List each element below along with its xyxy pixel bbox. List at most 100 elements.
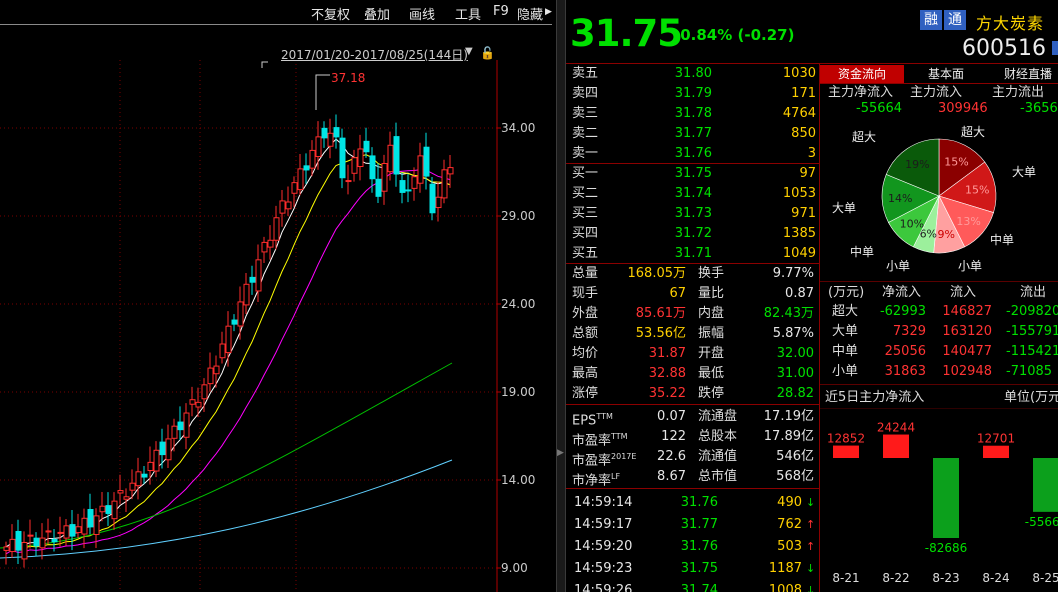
flow-table-in: 102948	[942, 364, 992, 379]
candle-body	[237, 301, 244, 327]
order-book-label: 买三	[572, 206, 599, 221]
flow-head-value: -365610	[1020, 101, 1058, 116]
date-range-dropdown-icon[interactable]: ▼	[465, 46, 473, 57]
candle-body	[15, 530, 22, 551]
connect-tag[interactable]: 通	[944, 10, 966, 30]
order-book-price: 31.71	[674, 246, 712, 261]
fin-label: 流通盘	[698, 409, 738, 424]
fin-label-sup: 2017E	[611, 452, 637, 461]
collapse-arrow-icon[interactable]: ▶	[557, 448, 565, 458]
tab-fund-flow[interactable]: 资金流向	[820, 65, 904, 83]
stat-value: 82.43万	[763, 306, 814, 321]
pie-outer-label: 大单	[832, 201, 856, 215]
candle-body	[225, 325, 232, 354]
stock-name: 方大炭素	[976, 14, 1045, 33]
arrow-down-icon: ↓	[806, 496, 816, 509]
pie-pct-label: 19%	[905, 158, 929, 171]
flow-pie-chart: 15%超大15%大单13%中单9%小单6%小单10%中单14%大单19%超大	[832, 124, 1036, 273]
order-book-label: 买四	[572, 226, 599, 241]
quote-panel: 31.75 -0.84% (-0.27) 融 通 方大炭素 600516 资金流…	[566, 0, 1058, 592]
candle-body	[39, 537, 46, 549]
stat-value: 0.87	[785, 286, 814, 301]
high-price-label: 37.18	[331, 71, 365, 85]
tick-volume: 762	[777, 517, 802, 532]
order-book-volume: 4764	[782, 106, 816, 121]
candle-body	[51, 538, 58, 543]
candle-body	[27, 534, 34, 537]
five-day-bar	[883, 434, 909, 458]
flow-table-head: 流出	[1020, 285, 1047, 300]
flow-head-value: -55664	[856, 101, 903, 116]
divider	[566, 404, 819, 405]
candle-body	[213, 365, 220, 375]
candle-body	[327, 132, 334, 147]
stat-label: 总额	[572, 326, 599, 341]
pie-outer-label: 超大	[852, 129, 876, 144]
kline-chart-pane[interactable]: 不复权 叠加 画线 工具 F9 隐藏 ▶ 34.00 29.00 24.00 19.0…	[0, 0, 556, 592]
tick-time: 14:59:23	[574, 561, 633, 576]
candle-body	[321, 127, 328, 139]
flow-table-in: 163120	[942, 324, 992, 339]
candle-body	[111, 500, 118, 520]
candle-body	[381, 163, 388, 192]
divider	[820, 384, 1058, 385]
candle-body	[93, 515, 100, 535]
candle-body	[255, 259, 262, 292]
date-range-label[interactable]: 2017/01/20-2017/08/25(144日)	[281, 46, 468, 63]
candle-body	[3, 546, 10, 551]
candle-body	[369, 155, 376, 180]
candle-body	[435, 196, 442, 209]
candle-body	[345, 180, 352, 183]
order-book-label: 卖三	[572, 106, 599, 121]
fin-label: 市净率LF	[572, 472, 621, 489]
five-day-bar	[933, 458, 959, 538]
fin-label-sup: TTM	[596, 412, 613, 421]
five-day-bar	[983, 445, 1009, 458]
candle-body	[129, 482, 136, 491]
stat-value: 67	[669, 286, 686, 301]
stat-value: 28.82	[776, 386, 814, 401]
tab-finance-live[interactable]: 财经直播	[988, 65, 1058, 83]
candle-body	[417, 155, 424, 184]
lock-icon[interactable]: 🔓	[480, 46, 495, 60]
stat-value: 31.87	[648, 346, 686, 361]
candle-body	[147, 461, 154, 472]
tick-price: 31.74	[680, 583, 718, 592]
pane-splitter[interactable]	[556, 0, 566, 592]
stat-label: 总量	[572, 266, 599, 281]
code-badge-icon[interactable]	[1052, 41, 1058, 55]
order-book-label: 卖五	[572, 66, 599, 81]
five-day-date: 8-22	[882, 571, 909, 585]
stat-value: 5.87%	[772, 326, 814, 341]
candle-body	[261, 241, 268, 253]
fin-value: 0.07	[657, 409, 686, 424]
flow-table-net: 25056	[884, 344, 926, 359]
stat-label: 涨停	[572, 386, 599, 401]
candle-body	[57, 531, 64, 534]
stat-label: 最低	[698, 366, 725, 381]
high-marker-line	[315, 74, 330, 110]
flow-table-head: 净流入	[882, 285, 922, 300]
stat-value: 9.77%	[772, 266, 814, 281]
order-book-volume: 1030	[782, 66, 816, 81]
price-tick-label: 19.00	[501, 385, 535, 399]
candle-body	[21, 541, 28, 560]
tick-volume: 490	[777, 495, 802, 510]
pie-outer-label: 小单	[958, 259, 982, 273]
candle-body	[63, 525, 70, 539]
tab-fundamentals[interactable]: 基本面	[906, 65, 986, 83]
fin-value: 546亿	[776, 449, 814, 464]
tick-price: 31.76	[680, 539, 718, 554]
divider	[566, 488, 819, 489]
order-book-volume: 171	[791, 86, 816, 101]
five-day-date: 8-21	[832, 571, 859, 585]
pie-pct-label: 13%	[956, 215, 980, 228]
last-price: 31.75	[570, 12, 683, 55]
candle-body	[141, 473, 148, 478]
stat-label: 跌停	[698, 386, 725, 401]
flow-table-head: (万元)	[828, 285, 865, 300]
margin-tag[interactable]: 融	[920, 10, 942, 30]
candle-body	[195, 401, 202, 408]
candle-body	[9, 538, 16, 553]
pie-pct-label: 10%	[900, 218, 924, 231]
